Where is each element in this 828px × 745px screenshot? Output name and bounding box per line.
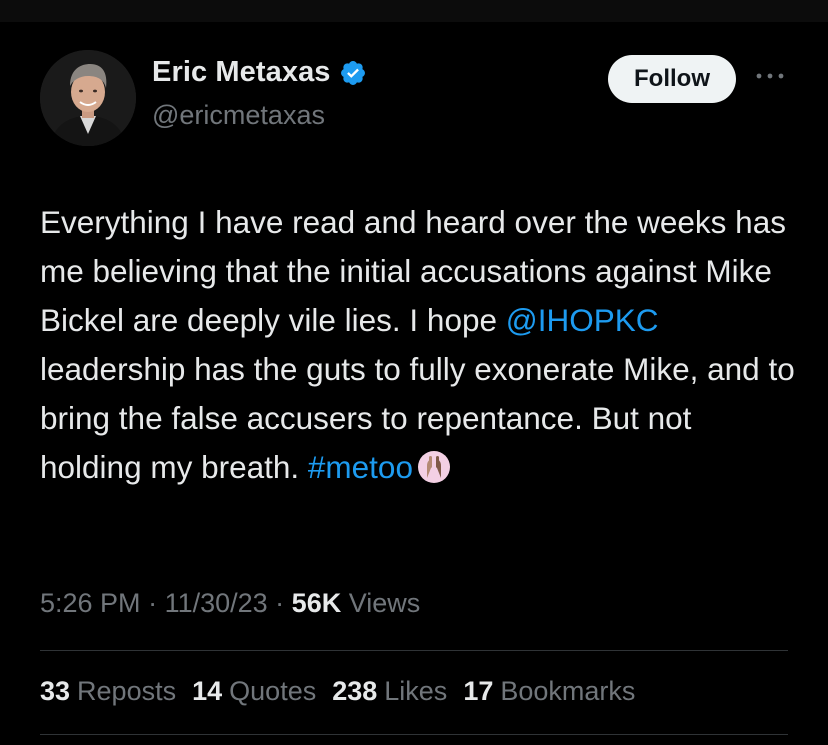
follow-button[interactable]: Follow bbox=[608, 55, 736, 103]
hashtag-link[interactable]: #metoo bbox=[308, 449, 413, 485]
author-display-name[interactable]: Eric Metaxas bbox=[152, 56, 331, 89]
verified-badge-icon[interactable] bbox=[339, 59, 367, 87]
stat-count: 14 bbox=[192, 676, 223, 706]
stat-label: Bookmarks bbox=[500, 676, 636, 706]
stat-count: 238 bbox=[332, 676, 378, 706]
meta-separator: · bbox=[267, 588, 292, 618]
stat-quotes[interactable]: 14 Quotes bbox=[192, 676, 316, 707]
stat-label: Quotes bbox=[229, 676, 317, 706]
stat-count: 17 bbox=[463, 676, 494, 706]
tweet-date[interactable]: 11/30/23 bbox=[165, 588, 268, 618]
engagement-stats: 33 Reposts 14 Quotes 238 Likes 17 Bookmarks bbox=[40, 676, 635, 707]
stat-label: Likes bbox=[384, 676, 448, 706]
stat-bookmarks[interactable]: 17 Bookmarks bbox=[463, 676, 635, 707]
tweet-time[interactable]: 5:26 PM bbox=[40, 588, 141, 618]
author-handle[interactable]: @ericmetaxas bbox=[152, 100, 325, 131]
views-label: Views bbox=[341, 588, 421, 618]
top-strip bbox=[0, 0, 828, 22]
meta-separator: · bbox=[140, 588, 165, 618]
author-name-row: Eric Metaxas bbox=[152, 56, 367, 89]
divider bbox=[40, 650, 788, 651]
more-horizontal-icon[interactable] bbox=[752, 64, 788, 88]
tweet-detail: Eric Metaxas @ericmetaxas Follow Everyth… bbox=[0, 22, 828, 745]
stat-reposts[interactable]: 33 Reposts bbox=[40, 676, 176, 707]
tweet-text-part: Everything I have read and heard over th… bbox=[40, 204, 786, 338]
tweet-meta: 5:26 PM · 11/30/23 · 56K Views bbox=[40, 588, 420, 619]
avatar[interactable] bbox=[40, 50, 136, 146]
tweet-text: Everything I have read and heard over th… bbox=[40, 198, 800, 492]
profile-photo-icon bbox=[40, 50, 136, 146]
stat-label: Reposts bbox=[77, 676, 177, 706]
stat-count: 33 bbox=[40, 676, 71, 706]
divider bbox=[40, 734, 788, 735]
stat-likes[interactable]: 238 Likes bbox=[332, 676, 447, 707]
raised-hands-emoji-icon bbox=[417, 449, 451, 483]
mention-link[interactable]: @IHOPKC bbox=[506, 302, 659, 338]
views-count: 56K bbox=[291, 588, 342, 618]
